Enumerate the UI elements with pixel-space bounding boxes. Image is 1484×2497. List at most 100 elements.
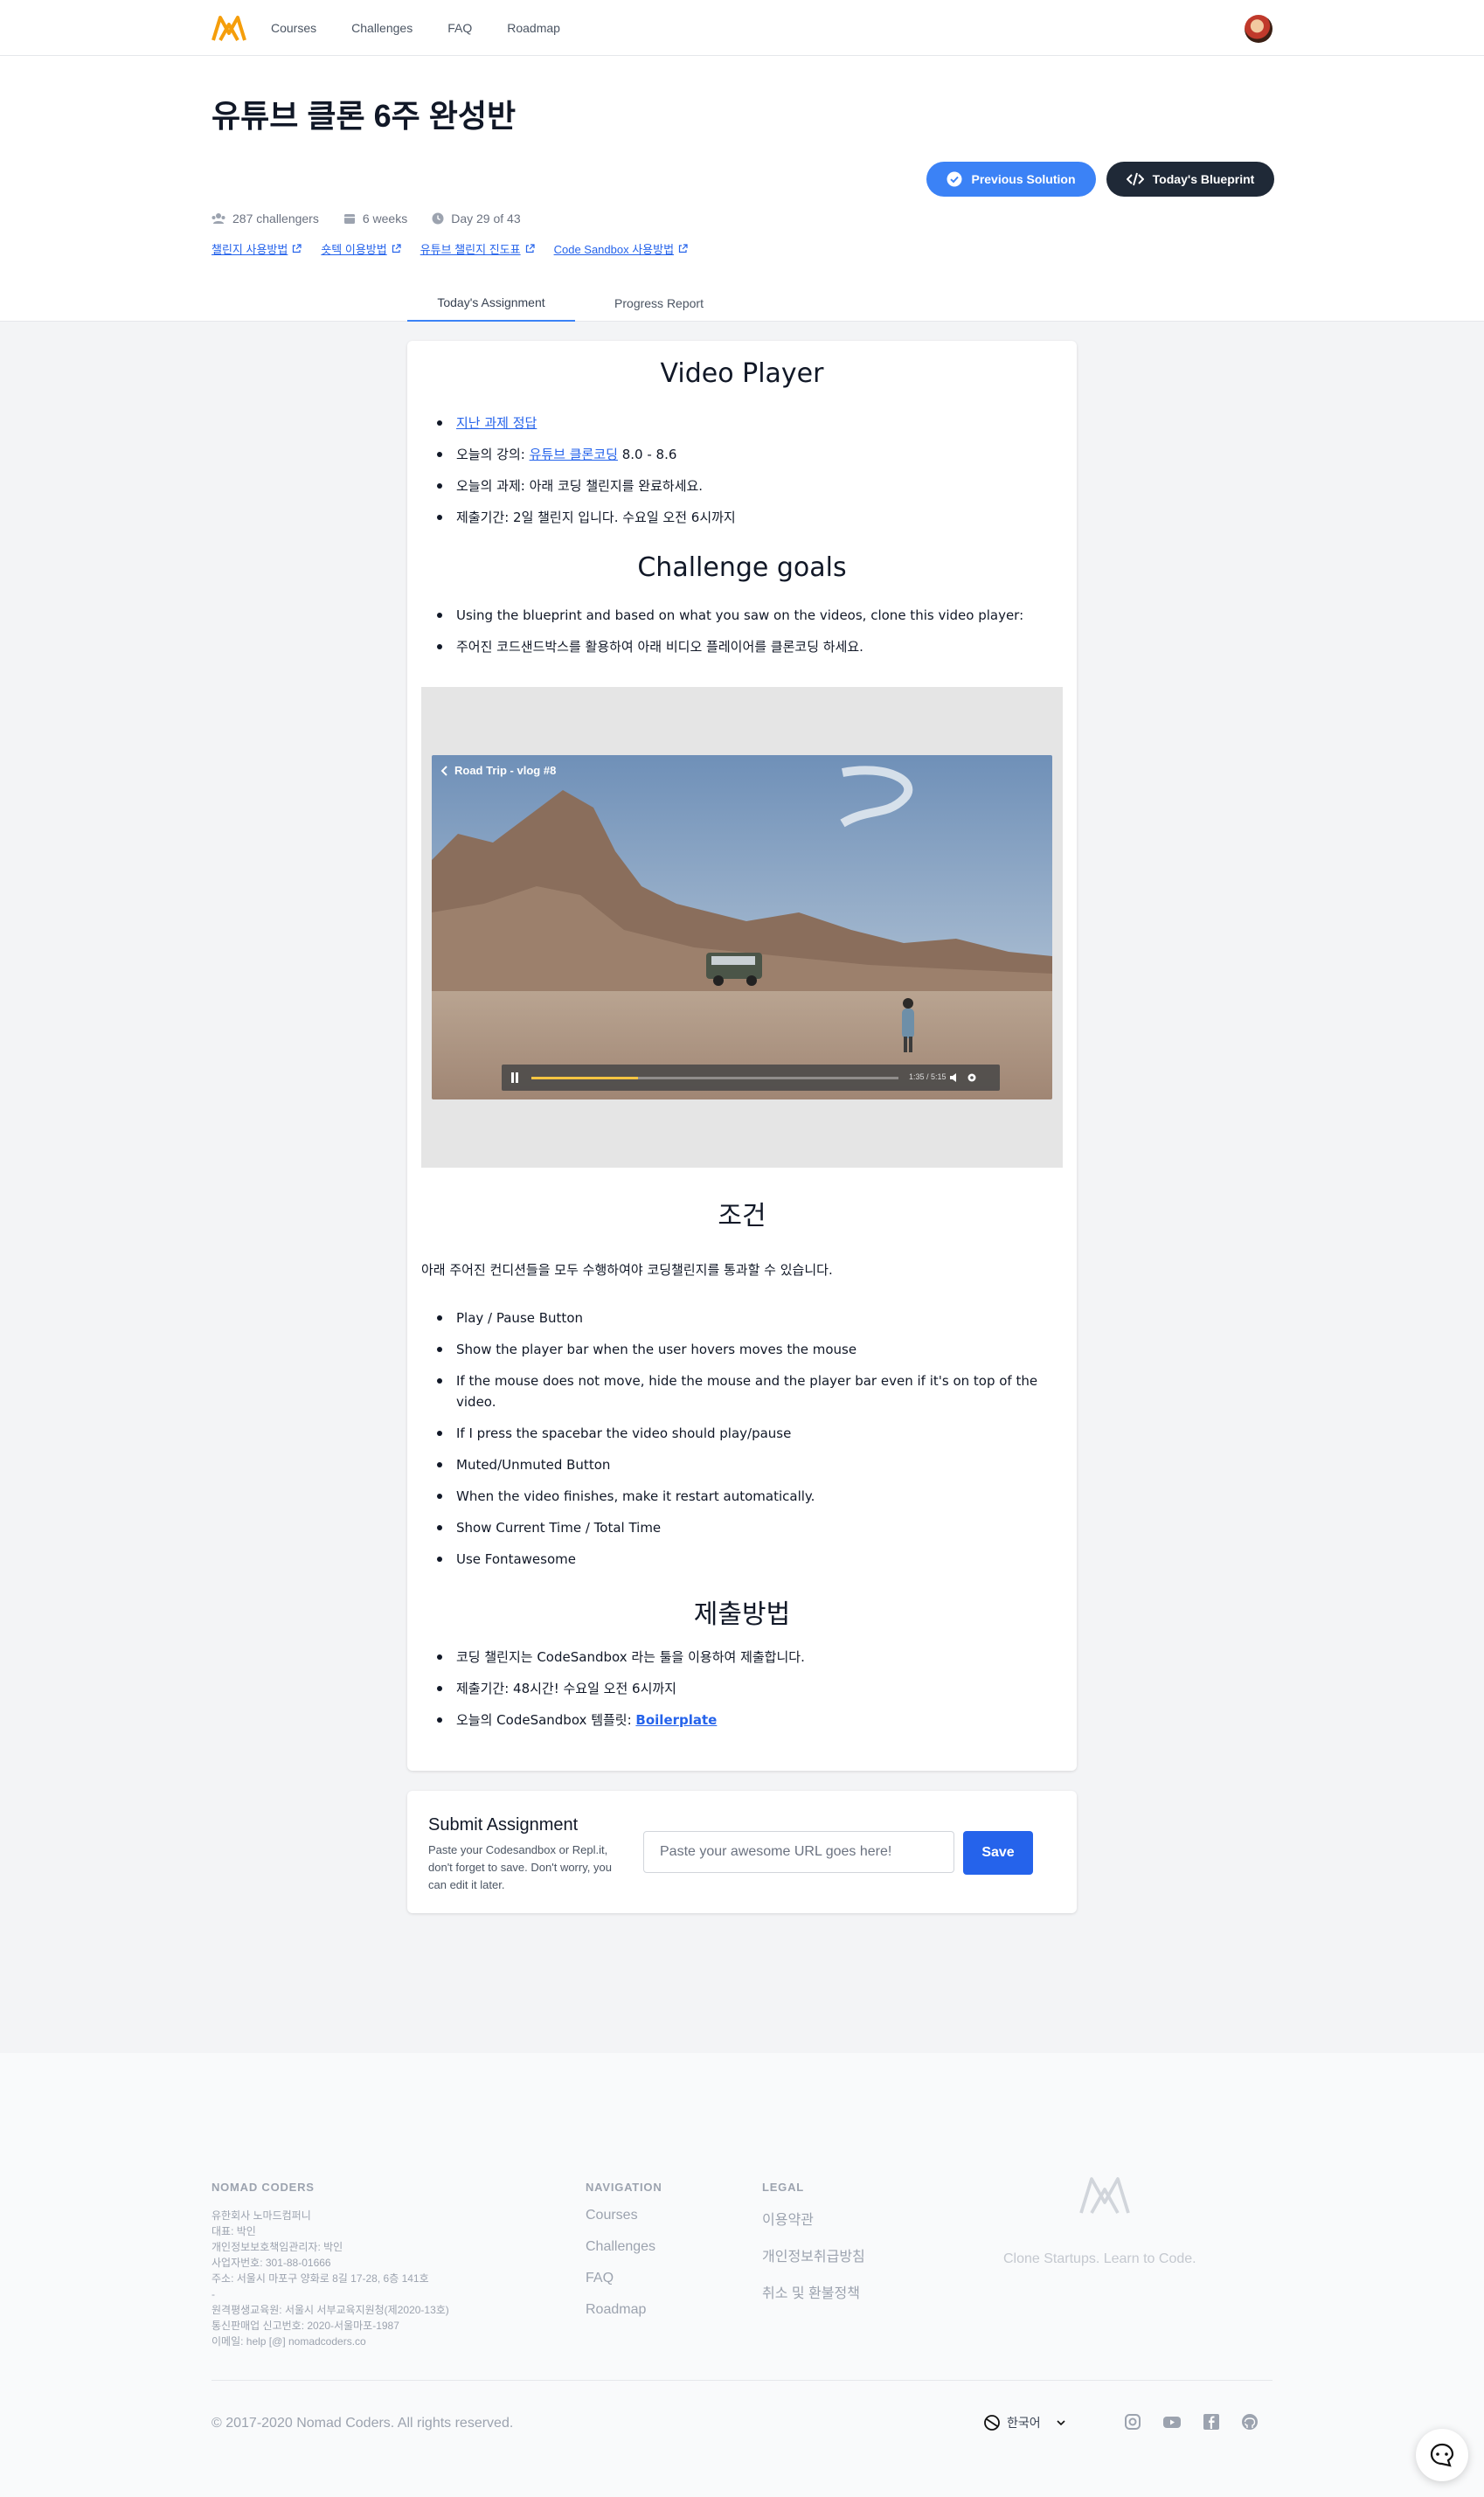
challenge-meta: 287 challengers 6 weeks Day 29 of 43	[212, 212, 545, 225]
settings-icon[interactable]	[967, 1072, 977, 1083]
language-selector[interactable]: 한국어	[984, 2414, 1065, 2431]
boilerplate-link[interactable]: Boilerplate	[635, 1712, 717, 1728]
check-circle-icon	[947, 171, 962, 187]
footer-divider	[212, 2380, 1272, 2381]
top-navbar: Courses Challenges FAQ Roadmap	[0, 0, 1484, 56]
footer-link-courses[interactable]: Courses	[586, 2208, 662, 2223]
instagram-icon[interactable]	[1124, 2413, 1141, 2431]
pause-icon[interactable]	[510, 1072, 519, 1083]
list-item: If I press the spacebar the video should…	[421, 1423, 1063, 1444]
submit-title: Submit Assignment	[428, 1815, 579, 1835]
guide-link[interactable]: 유튜브 챌린지 진도표	[420, 240, 535, 257]
main-nav: Courses Challenges FAQ Roadmap	[271, 21, 595, 35]
guide-link-label: 유튜브 챌린지 진도표	[420, 243, 521, 256]
video-progress-bar[interactable]	[531, 1077, 898, 1079]
challengers-count: 287 challengers	[212, 212, 319, 225]
company-line: 통신판매업 신고번호: 2020-서울마포-1987	[212, 2320, 399, 2332]
back-chevron-icon[interactable]	[440, 765, 447, 776]
users-icon	[212, 213, 225, 224]
video-time: 1:35 / 5:15	[909, 1072, 947, 1081]
chat-support-button[interactable]	[1416, 2429, 1468, 2481]
goals-list: Using the blueprint and based on what yo…	[421, 605, 1063, 668]
video-controls: 1:35 / 5:15	[502, 1065, 1000, 1091]
assignment-heading: Video Player	[660, 358, 824, 389]
duration-text: 6 weeks	[362, 212, 408, 225]
list-item: 지난 과제 정답	[421, 413, 1063, 434]
footer: NOMAD CODERS 유한회사 노마드컴퍼니 대표: 박인 개인정보보호책임…	[0, 2053, 1484, 2497]
list-item: Play / Pause Button	[421, 1307, 1063, 1328]
footer-link-roadmap[interactable]: Roadmap	[586, 2302, 662, 2318]
company-line: 주소: 서울시 마포구 양화로 8길 17-28, 6층 141호	[212, 2272, 429, 2285]
desert-scene-image	[432, 755, 1052, 1099]
chevron-down-icon	[1057, 2420, 1065, 2426]
volume-icon[interactable]	[949, 1072, 960, 1083]
previous-solution-label: Previous Solution	[971, 172, 1076, 186]
save-button[interactable]: Save	[963, 1831, 1033, 1875]
list-text: 오늘의 CodeSandbox 템플릿:	[456, 1712, 636, 1728]
social-links	[1124, 2413, 1259, 2431]
list-item: 코딩 챌린지는 CodeSandbox 라는 툴을 이용하여 제출합니다.	[421, 1647, 1063, 1668]
company-line: 원격평생교육원: 서울시 서부교육지원청(제2020-13호)	[212, 2304, 449, 2316]
day-text: Day 29 of 43	[451, 212, 521, 225]
video-frame: Road Trip - vlog #8 1:35 / 5:15	[432, 755, 1052, 1099]
nav-challenges[interactable]: Challenges	[351, 21, 413, 35]
calendar-icon	[343, 214, 355, 224]
todays-blueprint-label: Today's Blueprint	[1152, 172, 1255, 186]
nav-courses[interactable]: Courses	[271, 21, 316, 35]
footer-link-challenges[interactable]: Challenges	[586, 2239, 662, 2255]
company-line: 대표: 박인	[212, 2225, 256, 2237]
footer-link-privacy[interactable]: 개인정보취급방침	[762, 2244, 865, 2265]
copyright: © 2017-2020 Nomad Coders. All rights res…	[212, 2416, 514, 2431]
github-icon[interactable]	[1241, 2413, 1259, 2431]
youtube-icon[interactable]	[1162, 2413, 1182, 2431]
submission-heading: 제출방법	[693, 1599, 791, 1630]
footer-link-faq[interactable]: FAQ	[586, 2271, 662, 2286]
guide-link[interactable]: Code Sandbox 사용방법	[554, 240, 688, 257]
challengers-text: 287 challengers	[232, 212, 319, 225]
list-item: Muted/Unmuted Button	[421, 1454, 1063, 1475]
submit-description: Paste your Codesandbox or Repl.it, don't…	[428, 1843, 612, 1891]
guide-link[interactable]: 숏텍 이용방법	[321, 240, 401, 257]
duration: 6 weeks	[343, 212, 407, 225]
user-avatar[interactable]	[1245, 15, 1272, 43]
guide-link[interactable]: 챌린지 사용방법	[212, 240, 302, 257]
code-icon	[1126, 172, 1144, 186]
url-input[interactable]	[643, 1831, 954, 1873]
globe-icon	[984, 2415, 1000, 2431]
facebook-icon[interactable]	[1203, 2413, 1220, 2431]
list-item: Show the player bar when the user hovers…	[421, 1339, 1063, 1360]
tab-todays-assignment[interactable]: Today's Assignment	[407, 285, 575, 322]
page-title: 유튜브 클론 6주 완성반	[212, 98, 517, 134]
previous-solution-button[interactable]: Previous Solution	[926, 162, 1096, 197]
nav-faq[interactable]: FAQ	[447, 21, 472, 35]
company-line: -	[212, 2288, 215, 2300]
list-item: 오늘의 과제: 아래 코딩 챌린지를 완료하세요.	[421, 475, 1063, 496]
tab-progress-report[interactable]: Progress Report	[575, 285, 743, 322]
external-link-icon	[678, 244, 688, 253]
list-item: 주어진 코드샌드박스를 활용하여 아래 비디오 플레이어를 클론코딩 하세요.	[421, 636, 1063, 657]
company-line: 유한회사 노마드컴퍼니	[212, 2209, 311, 2222]
day-progress: Day 29 of 43	[432, 212, 521, 225]
nav-roadmap[interactable]: Roadmap	[507, 21, 560, 35]
company-line: 개인정보보호책임관리자: 박인	[212, 2241, 343, 2253]
list-item: Show Current Time / Total Time	[421, 1517, 1063, 1538]
video-title-text: Road Trip - vlog #8	[454, 764, 557, 777]
list-item: Use Fontawesome	[421, 1549, 1063, 1570]
footer-navigation: NAVIGATION Courses Challenges FAQ Roadma…	[586, 2181, 662, 2334]
demo-video-preview: Road Trip - vlog #8 1:35 / 5:15	[421, 687, 1063, 1168]
previous-answer-link[interactable]: 지난 과제 정답	[456, 415, 537, 431]
intro-list: 지난 과제 정답 오늘의 강의: 유튜브 클론코딩 8.0 - 8.6 오늘의 …	[421, 413, 1063, 538]
todays-blueprint-button[interactable]: Today's Blueprint	[1106, 162, 1274, 197]
external-link-icon	[525, 244, 535, 253]
footer-tagline: Clone Startups. Learn to Code.	[1003, 2251, 1196, 2266]
footer-nav-heading: NAVIGATION	[586, 2181, 662, 2194]
list-item: 제출기간: 48시간! 수요일 오전 6시까지	[421, 1678, 1063, 1699]
guide-links: 챌린지 사용방법 숏텍 이용방법 유튜브 챌린지 진도표 Code Sandbo…	[212, 240, 707, 257]
video-title: Road Trip - vlog #8	[440, 764, 556, 777]
footer-link-terms[interactable]: 이용약관	[762, 2208, 865, 2229]
video-progress-fill	[531, 1077, 638, 1079]
footer-link-refund[interactable]: 취소 및 환불정책	[762, 2281, 865, 2302]
footer-legal: LEGAL 이용약관 개인정보취급방침 취소 및 환불정책	[762, 2181, 865, 2318]
nomad-logo-icon[interactable]	[212, 14, 246, 42]
lecture-link[interactable]: 유튜브 클론코딩	[530, 447, 618, 462]
